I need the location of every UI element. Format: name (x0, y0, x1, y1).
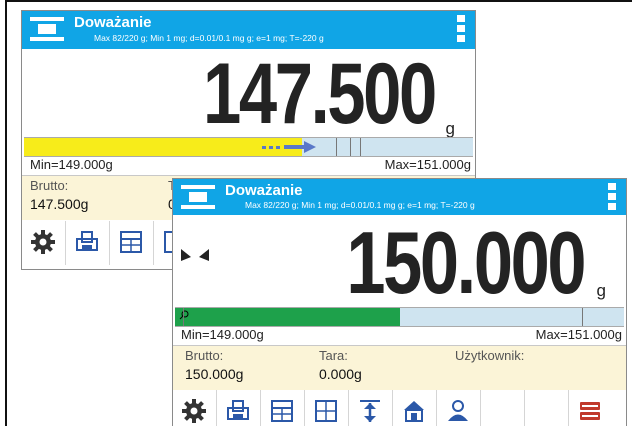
info-value: 150.000g (185, 366, 244, 382)
menu-icon[interactable] (457, 15, 465, 43)
gauge-tick (360, 138, 361, 156)
gauge-tick (183, 308, 184, 326)
gauge-tick (582, 308, 583, 326)
calculator-button[interactable] (110, 221, 154, 265)
user-icon (448, 400, 468, 421)
gear-icon (182, 399, 206, 423)
frame-line (5, 0, 7, 426)
print-button[interactable] (217, 390, 261, 426)
database-icon (580, 402, 600, 420)
metrology-info: Max 82/220 g; Min 1 mg; d=0.01/0.1 mg g;… (245, 200, 475, 210)
info-value: 0.000g (319, 366, 362, 382)
frame-line (5, 0, 632, 2)
settings-button[interactable] (173, 390, 217, 426)
dosing-gauge (175, 307, 624, 327)
calc-alt-icon (315, 400, 337, 422)
min-threshold: Min=149.000g (30, 157, 113, 172)
gauge-tick (350, 138, 351, 156)
home-button[interactable] (393, 390, 437, 426)
gauge-fill (175, 308, 400, 326)
info-label: Brutto: (185, 348, 224, 363)
app-logo-icon (181, 185, 215, 211)
calculator-button[interactable] (261, 390, 305, 426)
info-value: 147.500g (30, 196, 89, 212)
dosing-gauge (24, 137, 473, 157)
mode-title: Doważanie (74, 14, 152, 31)
stability-icon (181, 249, 209, 261)
settings-button[interactable] (22, 221, 66, 265)
home-icon (404, 401, 424, 422)
mode-title: Doważanie (225, 182, 303, 199)
calc-icon (271, 400, 293, 422)
menu-icon[interactable] (608, 183, 616, 211)
weighing-screen-front: Doważanie Max 82/220 g; Min 1 mg; d=0.01… (172, 178, 627, 426)
min-threshold: Min=149.000g (181, 327, 264, 342)
search-icon (179, 310, 189, 320)
print-icon (76, 231, 98, 251)
calc-icon (120, 231, 142, 253)
info-label: Tara: (319, 348, 348, 363)
function-toolbar (173, 390, 626, 426)
print-icon (227, 400, 249, 420)
metrology-info: Max 82/220 g; Min 1 mg; d=0.01/0.1 mg g;… (94, 33, 324, 43)
user-button[interactable] (437, 390, 481, 426)
app-logo-icon (30, 17, 64, 43)
calculator-alt-button[interactable] (305, 390, 349, 426)
empty-slot[interactable] (525, 390, 569, 426)
weight-reading: 150.000 (346, 213, 586, 312)
threshold-row: Min=149.000g Max=151.000g (26, 157, 473, 173)
database-button[interactable] (569, 390, 613, 426)
weight-unit: g (596, 281, 606, 300)
weight-reading: 147.500 (203, 46, 437, 142)
max-threshold: Max=151.000g (535, 327, 622, 342)
empty-slot[interactable] (481, 390, 525, 426)
info-label: Użytkownik: (455, 348, 525, 363)
threshold-row: Min=149.000g Max=151.000g (177, 327, 624, 343)
gauge-fill (24, 138, 302, 156)
info-label: Brutto: (30, 178, 69, 193)
info-panel: Brutto: 150.000g Tara: 0.000g Użytkownik… (173, 345, 626, 390)
weight-unit: g (445, 119, 455, 138)
gear-icon (31, 230, 55, 254)
max-threshold: Max=151.000g (384, 157, 471, 172)
title-bar: Doważanie Max 82/220 g; Min 1 mg; d=0.01… (22, 11, 475, 49)
tare-button[interactable] (349, 390, 393, 426)
print-button[interactable] (66, 221, 110, 265)
arrow-right-icon (262, 141, 316, 153)
gauge-tick (336, 138, 337, 156)
title-bar: Doważanie Max 82/220 g; Min 1 mg; d=0.01… (173, 179, 626, 215)
tare-icon (360, 400, 380, 422)
